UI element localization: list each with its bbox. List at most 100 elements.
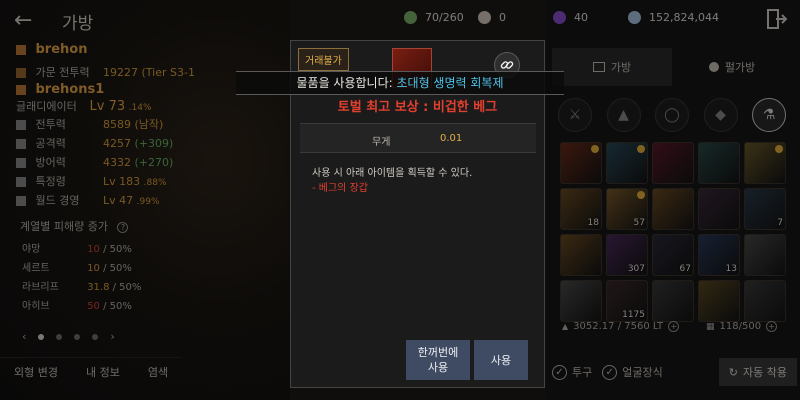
tab-my-info[interactable]: 내 정보 — [71, 357, 134, 387]
item-quantity: 13 — [725, 264, 737, 274]
armor-category-icon[interactable]: ▲ — [606, 98, 641, 132]
inventory-slot[interactable] — [652, 188, 694, 230]
resistance-row: 야망 10 / 50% — [22, 240, 132, 255]
slot-icon: ▦ — [706, 321, 715, 332]
page-indicator: ‹ › — [22, 330, 115, 343]
page-dot[interactable] — [74, 333, 81, 340]
inventory-slot[interactable] — [560, 234, 602, 276]
chevron-left-icon[interactable]: ‹ — [22, 330, 26, 343]
stat-label: 월드 경영 — [35, 194, 80, 207]
attack-icon — [16, 139, 26, 149]
stat-row: 전투력 8589 (남작) — [16, 116, 163, 132]
inventory-slot[interactable] — [698, 142, 740, 184]
class-label: 글래디에이터 — [16, 100, 77, 113]
inventory-slot[interactable]: 57 — [606, 188, 648, 230]
spirit-icon — [16, 177, 26, 187]
accessory-category-icon[interactable]: ◯ — [655, 98, 689, 132]
inventory-slot[interactable]: 7 — [744, 188, 786, 230]
pearl-bag-icon — [708, 62, 719, 72]
stat-bonus: (+309) — [134, 137, 174, 150]
weight-display: ▲ 3052.17 / 7560 LT + — [562, 321, 680, 332]
crystal-category-icon[interactable]: ◆ — [703, 98, 738, 132]
tab-appearance[interactable]: 외형 변경 — [0, 357, 72, 387]
new-item-badge-icon — [637, 145, 645, 153]
checkmark-icon: ✓ — [602, 364, 618, 380]
tab-pearl-bag-label: 펄가방 — [724, 61, 756, 74]
chevron-right-icon[interactable]: › — [110, 330, 114, 343]
use-button[interactable]: 사용 — [474, 340, 528, 380]
currency-silver: 152,824,044 — [628, 11, 719, 24]
slot-count-value: 118/500 — [719, 321, 762, 332]
resistance-max: / 50% — [99, 263, 132, 274]
stat-bonus: (+270) — [134, 156, 174, 169]
item-quantity: 307 — [627, 264, 645, 274]
checkmark-icon: ✓ — [552, 364, 567, 380]
bulk-use-button[interactable]: 한꺼번에 사용 — [406, 340, 470, 380]
resistance-value: 31.8 — [87, 282, 110, 293]
page-dot[interactable] — [92, 333, 99, 340]
tab-dye[interactable]: 염색 — [133, 357, 183, 387]
link-icon — [500, 61, 514, 69]
page-dot[interactable] — [38, 333, 45, 340]
back-arrow-icon[interactable]: ← — [14, 8, 32, 33]
toast-item-name: 초대형 생명력 회복제 — [396, 76, 504, 90]
weapon-category-icon[interactable]: ⚔ — [558, 98, 592, 132]
energy-value: 70/260 — [425, 11, 464, 24]
inventory-slot[interactable]: 18 — [560, 188, 602, 230]
inventory-slot[interactable] — [744, 280, 786, 322]
inventory-slot[interactable] — [698, 280, 740, 322]
tab-bag-label: 가방 — [610, 61, 632, 74]
add-weight-icon[interactable]: + — [668, 321, 680, 332]
tab-bag[interactable]: 가방 — [552, 48, 672, 86]
tab-pearl-bag[interactable]: 펄가방 — [672, 48, 792, 86]
item-weight-value: 0.01 — [440, 133, 463, 144]
use-item-toast: 물품을 사용합니다: 초대형 생명력 회복제 — [236, 71, 564, 95]
silver-coin-icon — [628, 11, 641, 24]
item-weight-row: 무게 0.01 — [300, 123, 536, 153]
inventory-slot[interactable]: 67 — [652, 234, 694, 276]
resistance-label: 세르트 — [22, 263, 50, 274]
silver-value: 152,824,044 — [649, 11, 719, 24]
inventory-grid: 18 57 7 307 67 13 1175 — [560, 142, 790, 322]
inventory-tabs: 가방 펄가방 — [552, 48, 792, 86]
currency-energy: 70/260 — [404, 11, 464, 24]
character-name: brehons1 — [35, 82, 105, 97]
add-slot-icon[interactable]: + — [766, 321, 778, 332]
stat-label: 방어력 — [35, 156, 66, 169]
inventory-slot[interactable] — [698, 188, 740, 230]
inventory-slot[interactable] — [560, 280, 602, 322]
help-icon[interactable]: ? — [117, 222, 129, 233]
gem-icon — [553, 11, 566, 24]
inventory-footer: ✓ 투구 ✓ 얼굴장식 ↻ 자동 착용 — [552, 356, 797, 388]
stat-value: 8589 (남작) — [103, 118, 164, 131]
auto-equip-button[interactable]: ↻ 자동 착용 — [718, 358, 797, 386]
page-dot[interactable] — [56, 333, 63, 340]
inventory-slot[interactable] — [652, 142, 694, 184]
resistance-label: 아히브 — [22, 301, 50, 312]
bulk-use-label-2: 사용 — [427, 361, 449, 374]
new-item-badge-icon — [591, 145, 599, 153]
inventory-slot[interactable] — [606, 142, 648, 184]
new-item-badge-icon — [637, 191, 645, 199]
item-description: 사용 시 아래 아이템을 획득할 수 있다. - 베그의 장갑 — [312, 166, 472, 196]
inventory-slot[interactable] — [652, 280, 694, 322]
helmet-toggle[interactable]: ✓ 투구 — [552, 364, 592, 380]
resistance-row: 세르트 10 / 50% — [22, 259, 132, 274]
page-title: 가방 — [62, 14, 94, 34]
resistance-row: 아히브 50 / 50% — [22, 297, 132, 312]
inventory-slot[interactable] — [560, 142, 602, 184]
inventory-slot[interactable] — [744, 234, 786, 276]
item-quantity: 67 — [679, 264, 691, 274]
resistance-max: / 50% — [109, 282, 142, 293]
energy-icon — [404, 11, 417, 24]
inventory-slot[interactable] — [744, 142, 786, 184]
item-weight-label: 무게 — [372, 137, 391, 148]
face-deco-toggle[interactable]: ✓ 얼굴장식 — [602, 364, 663, 380]
exit-icon[interactable] — [766, 8, 788, 30]
resistance-max: / 50% — [99, 244, 132, 255]
consumable-category-icon[interactable]: ⚗ — [752, 98, 786, 132]
inventory-slot[interactable]: 307 — [606, 234, 648, 276]
inventory-slot[interactable]: 13 — [698, 234, 740, 276]
inventory-slot[interactable]: 1175 — [606, 280, 648, 322]
combat-power-icon — [16, 120, 26, 130]
